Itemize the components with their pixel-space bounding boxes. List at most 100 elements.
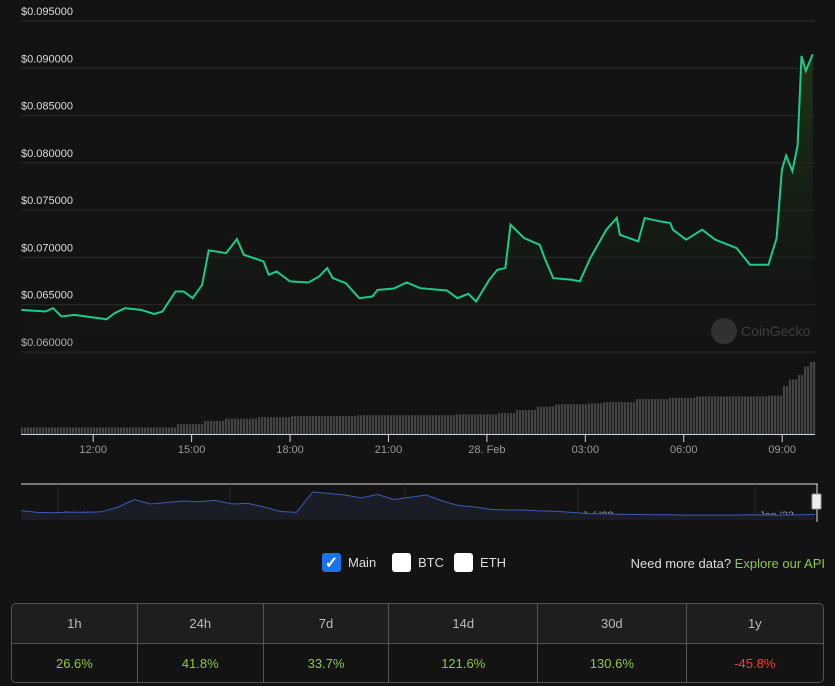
volume-bar	[90, 427, 93, 434]
volume-bar	[378, 415, 381, 434]
volume-bar	[762, 396, 765, 434]
eth-checkbox[interactable]: ETH	[454, 553, 506, 572]
volume-bar	[321, 416, 324, 434]
volume-bar	[441, 415, 444, 434]
volume-bar	[357, 415, 360, 434]
check-icon: ✓	[322, 553, 341, 572]
volume-bar	[747, 396, 750, 434]
volume-bar	[300, 416, 303, 434]
volume-bar	[261, 417, 264, 434]
volume-bar	[588, 403, 591, 434]
btc-checkbox[interactable]: BTC	[392, 553, 444, 572]
volume-bar	[396, 415, 399, 434]
volume-bar	[306, 416, 309, 434]
volume-bar	[84, 427, 87, 434]
volume-bar	[576, 404, 579, 434]
volume-bar	[216, 420, 219, 434]
volume-bar	[516, 410, 519, 434]
volume-bar	[219, 420, 222, 434]
volume-bar	[558, 404, 561, 434]
volume-bar	[528, 410, 531, 434]
volume-bar	[750, 396, 753, 434]
volume-bar	[402, 415, 405, 434]
volume-bar	[198, 424, 201, 434]
volume-bar	[414, 415, 417, 434]
volume-bar	[111, 427, 114, 434]
volume-bar	[36, 427, 39, 434]
volume-bar	[411, 415, 414, 434]
volume-bar	[453, 415, 456, 434]
x-tick-label: 28. Feb	[468, 444, 505, 456]
volume-bar	[156, 427, 159, 434]
volume-bar	[729, 396, 732, 434]
volume-bar	[624, 402, 627, 434]
y-tick-label: $0.070000	[21, 242, 73, 254]
volume-bar	[354, 416, 357, 434]
volume-bar	[207, 420, 210, 434]
volume-bar	[303, 416, 306, 434]
volume-bar	[147, 427, 150, 434]
range-navigator[interactable]: Jan '21Jul '21Jan '22Jul '22Jan '23	[0, 478, 835, 528]
volume-bar	[333, 416, 336, 434]
volume-bar	[72, 427, 75, 434]
volume-bar	[684, 397, 687, 434]
volume-bar	[57, 427, 60, 434]
btc-label: BTC	[418, 555, 444, 570]
volume-bar	[495, 414, 498, 434]
volume-bar	[444, 415, 447, 434]
volume-bar	[99, 427, 102, 434]
volume-bar	[165, 427, 168, 434]
volume-bar	[87, 427, 90, 434]
volume-bar	[183, 424, 186, 434]
x-tick-label: 12:00	[79, 444, 107, 456]
volume-bar	[780, 395, 783, 434]
volume-bar	[408, 415, 411, 434]
volume-bar	[186, 424, 189, 434]
volume-bar	[801, 375, 804, 434]
volume-bar	[348, 416, 351, 434]
volume-bar	[717, 396, 720, 434]
volume-bar	[213, 420, 216, 434]
volume-bar	[267, 417, 270, 434]
volume-bar	[504, 413, 507, 434]
volume-bar	[549, 406, 552, 434]
volume-bar	[609, 402, 612, 434]
price-chart[interactable]: $0.095000 $0.090000 $0.085000 $0.080000 $0.0…	[0, 0, 835, 470]
volume-bar	[351, 416, 354, 434]
volume-bar	[387, 415, 390, 434]
volume-bar	[426, 415, 429, 434]
volume-bar	[153, 427, 156, 434]
volume-bar	[135, 427, 138, 434]
volume-bar	[459, 414, 462, 434]
volume-bar	[96, 427, 99, 434]
volume-bar	[804, 366, 807, 434]
volume-bar	[405, 415, 408, 434]
volume-bar	[591, 403, 594, 434]
volume-bar	[24, 427, 27, 434]
header-24h: 24h	[137, 604, 264, 644]
volume-bar	[597, 403, 600, 434]
volume-bar	[417, 415, 420, 434]
explore-api-link[interactable]: Explore our API	[735, 556, 825, 571]
volume-bar	[519, 410, 522, 434]
volume-bar	[336, 416, 339, 434]
navigator-handle[interactable]	[811, 493, 822, 510]
volume-bar	[168, 427, 171, 434]
volume-bar	[282, 417, 285, 434]
volume-bar	[621, 402, 624, 434]
volume-bar	[192, 424, 195, 434]
volume-bar	[738, 396, 741, 434]
volume-bar	[471, 414, 474, 434]
volume-bar	[675, 397, 678, 434]
y-tick-label: $0.065000	[21, 290, 73, 302]
volume-bar	[249, 418, 252, 434]
volume-bar	[567, 404, 570, 434]
volume-bar	[573, 404, 576, 434]
volume-bar	[648, 399, 651, 434]
volume-bar	[324, 416, 327, 434]
x-tick-label: 21:00	[375, 444, 403, 456]
x-tick-label: 15:00	[178, 444, 206, 456]
main-checkbox[interactable]: ✓ Main	[322, 553, 376, 572]
header-1y: 1y	[686, 604, 823, 644]
volume-bar	[174, 427, 177, 434]
